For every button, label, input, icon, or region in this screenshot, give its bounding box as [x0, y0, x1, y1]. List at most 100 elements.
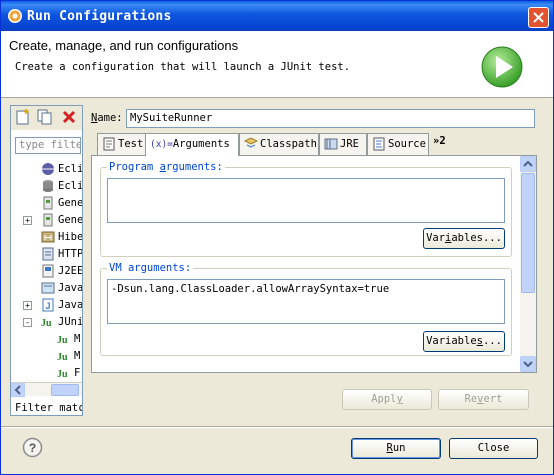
tab-classpath[interactable]: Classpath	[239, 133, 319, 155]
tree-item-label: Gene	[58, 197, 83, 209]
banner-description: Create a configuration that will launch …	[15, 61, 351, 73]
tree-item[interactable]: Ju JUnit	[41, 314, 83, 331]
filter-input[interactable]: type filter	[15, 137, 81, 154]
java-applet-icon	[41, 282, 55, 294]
chevron-up-icon	[523, 160, 533, 167]
window-title: Run Configurations	[27, 9, 172, 24]
tree-item-label: F	[74, 367, 81, 379]
duplicate-icon[interactable]	[37, 109, 53, 125]
panel-scroll-thumb[interactable]	[521, 173, 535, 293]
vm-variables-button[interactable]: Variables...	[423, 331, 505, 352]
tree-item-label: Java	[58, 299, 83, 311]
configuration-tabs: Test (x)=Arguments Classpath JRE Source …	[91, 133, 537, 373]
tab-classpath-label: Classpath	[260, 138, 317, 150]
tree-item[interactable]: J Java	[41, 297, 83, 314]
expand-icon[interactable]: +	[23, 216, 32, 225]
chevron-down-icon	[523, 361, 533, 368]
collapse-icon[interactable]: -	[23, 318, 32, 327]
filter-status: Filter matched	[15, 402, 82, 414]
java-app-icon: J	[42, 298, 54, 312]
tree-item[interactable]: J2EE	[41, 263, 83, 280]
delete-icon[interactable]	[61, 109, 77, 125]
arguments-tab-panel: Program arguments: Variables... VM argum…	[91, 155, 537, 373]
tab-test[interactable]: Test	[97, 133, 147, 155]
header-banner: Create, manage, and run configurations C…	[1, 31, 553, 98]
left-toolbar	[11, 106, 82, 130]
junit-icon: Ju	[41, 318, 52, 329]
run-configurations-dialog: Run Configurations Create, manage, and r…	[0, 0, 554, 475]
horizontal-scrollbar[interactable]	[11, 382, 82, 397]
tree-item-label: J2EE	[58, 265, 83, 277]
vm-arguments-input[interactable]: -Dsun.lang.ClassLoader.allowArraySyntax=…	[107, 279, 505, 324]
test-tab-icon	[103, 137, 115, 151]
tree-item-label: Ecli	[58, 180, 83, 192]
tree-item[interactable]: HTTP	[41, 246, 82, 263]
vm-arguments-label: VM arguments:	[107, 262, 194, 274]
junit-icon: Ju	[57, 369, 68, 380]
scroll-thumb[interactable]	[51, 384, 79, 396]
jre-icon	[324, 138, 338, 150]
svg-text:Ju: Ju	[41, 318, 52, 329]
window-close-button[interactable]	[528, 7, 549, 28]
new-configuration-icon[interactable]	[15, 109, 31, 125]
tree-item[interactable]: Hibe	[41, 229, 82, 246]
generic-launch-icon	[43, 213, 53, 227]
chevron-left-icon	[14, 385, 21, 395]
close-icon	[533, 12, 544, 23]
program-arguments-label: Program arguments:	[107, 161, 225, 173]
tree-item-label: Ecli	[58, 163, 83, 175]
configuration-name-input[interactable]: MySuiteRunner	[126, 109, 535, 128]
footer-separator	[1, 426, 553, 428]
run-icon	[481, 46, 523, 88]
program-arguments-input[interactable]	[107, 178, 505, 223]
program-variables-button[interactable]: Variables...	[423, 228, 505, 249]
expand-icon[interactable]: +	[23, 301, 32, 310]
panel-vertical-scrollbar[interactable]	[520, 156, 536, 372]
tree-item[interactable]: Ju F	[57, 365, 80, 382]
title-bar: Run Configurations	[1, 1, 553, 31]
eclipse-app-icon	[8, 9, 22, 23]
tree-item[interactable]: Gene	[41, 195, 83, 212]
tab-arguments[interactable]: (x)=Arguments	[145, 133, 239, 156]
tab-jre[interactable]: JRE	[319, 133, 367, 155]
hibernate-icon	[41, 231, 55, 243]
tree-item-label: M	[74, 333, 81, 345]
database-icon	[43, 180, 53, 192]
scroll-down-button[interactable]	[520, 356, 536, 372]
tree-item[interactable]: Ju M	[57, 348, 80, 365]
tree-item[interactable]: Ecli	[41, 161, 83, 178]
tab-source-label: Source	[388, 138, 426, 150]
tree-item-label: Gene	[58, 214, 83, 226]
http-icon	[42, 247, 54, 261]
generic-launch-icon	[43, 196, 53, 210]
junit-icon: Ju	[57, 335, 68, 346]
eclipse-app-icon	[42, 163, 54, 175]
configuration-tree-panel: type filter Ecli Ecli Gene + Gene Hibe HTTP J2E…	[10, 105, 83, 416]
apply-button[interactable]: Apply	[342, 389, 432, 410]
tree-item-label: JUnit	[58, 316, 83, 328]
banner-title: Create, manage, and run configurations	[9, 38, 239, 53]
junit-icon: Ju	[57, 352, 68, 363]
tab-arguments-label: Arguments	[172, 138, 230, 150]
tab-source[interactable]: Source	[367, 133, 429, 155]
j2ee-icon	[42, 264, 54, 278]
more-tabs-button[interactable]: »2	[433, 135, 446, 147]
program-arguments-group: Program arguments: Variables...	[100, 161, 512, 257]
tree-item[interactable]: Java	[41, 280, 83, 297]
tree-item[interactable]: Ju M	[57, 331, 80, 348]
svg-text:Ju: Ju	[57, 352, 68, 363]
scroll-up-button[interactable]	[520, 156, 536, 172]
scroll-left-button[interactable]	[11, 383, 25, 397]
help-icon[interactable]: ?	[22, 437, 43, 458]
tree-item-label: Java	[58, 282, 83, 294]
tree-item[interactable]: Ecli	[41, 178, 83, 195]
source-icon	[373, 137, 385, 151]
revert-button[interactable]: Revert	[438, 389, 529, 410]
tab-jre-label: JRE	[340, 138, 359, 150]
run-button[interactable]: Run	[351, 438, 441, 459]
vm-arguments-group: VM arguments: -Dsun.lang.ClassLoader.all…	[100, 262, 512, 356]
tree-item[interactable]: Gene	[41, 212, 83, 229]
tree-item-label: M	[74, 350, 81, 362]
close-button[interactable]: Close	[449, 438, 538, 459]
svg-text:?: ?	[29, 441, 36, 455]
